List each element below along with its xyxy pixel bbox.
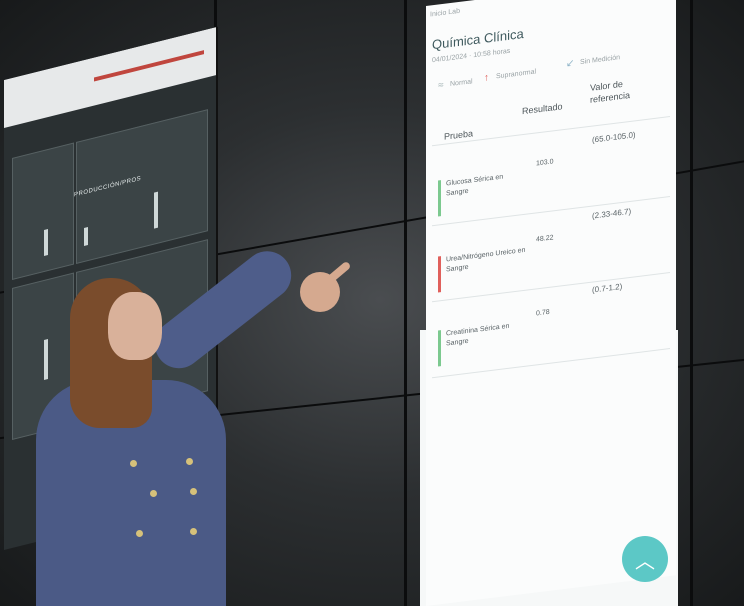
row-resultado: 48.22 xyxy=(536,234,554,244)
photo-scene: PRODUCCIÓN/PROS Inicio Lab Química Clíni… xyxy=(0,0,744,606)
jacket-button xyxy=(190,528,197,535)
row-referencia: (2.33-46.7) xyxy=(592,206,632,221)
jacket-button xyxy=(136,530,143,537)
dashboard-bar xyxy=(44,339,48,381)
scroll-top-button[interactable]: ︿ xyxy=(622,536,668,582)
presenter-face xyxy=(108,292,162,360)
wall-seam xyxy=(404,0,407,606)
row-resultado: 103.0 xyxy=(536,158,554,168)
lab-report-panel: Inicio Lab Química Clínica 04/01/2024 · … xyxy=(426,0,676,606)
wall-seam xyxy=(690,0,693,606)
status-flag xyxy=(438,180,441,217)
jacket-button xyxy=(190,488,197,495)
divider xyxy=(432,348,670,379)
status-flag xyxy=(438,256,441,293)
chevron-up-icon: ︿ xyxy=(635,550,655,573)
dashboard-panel xyxy=(12,142,74,281)
row-prueba: Glucosa Sérica en Sangre xyxy=(446,173,504,198)
dashboard-bar xyxy=(44,229,48,257)
legend-sin-medicion: Sin Medición xyxy=(580,54,621,67)
jacket-button xyxy=(150,490,157,497)
column-referencia: Valor de referencia xyxy=(590,78,631,105)
row-prueba: Urea/Nitrógeno Ureico en Sangre xyxy=(446,246,526,274)
row-resultado: 0.78 xyxy=(536,308,550,318)
row-referencia: (65.0-105.0) xyxy=(592,130,636,145)
dashboard-bar xyxy=(154,191,158,229)
column-resultado: Resultado xyxy=(522,101,563,117)
row-referencia: (0.7-1.2) xyxy=(592,281,623,295)
divider xyxy=(432,272,670,303)
dashboard-bar xyxy=(84,227,88,247)
arrow-down-left-icon: ↙ xyxy=(566,57,575,70)
arrow-up-icon: ↑ xyxy=(484,72,489,84)
divider xyxy=(432,196,670,227)
status-flag xyxy=(438,330,441,367)
normal-icon: ≈ xyxy=(438,79,444,92)
legend-supranormal: Supranormal xyxy=(496,68,537,81)
jacket-button xyxy=(186,458,193,465)
breadcrumb: Inicio Lab xyxy=(430,7,460,19)
row-prueba: Creatinina Sérica en Sangre xyxy=(446,322,510,348)
jacket-button xyxy=(130,460,137,467)
legend-normal: Normal xyxy=(450,78,473,89)
